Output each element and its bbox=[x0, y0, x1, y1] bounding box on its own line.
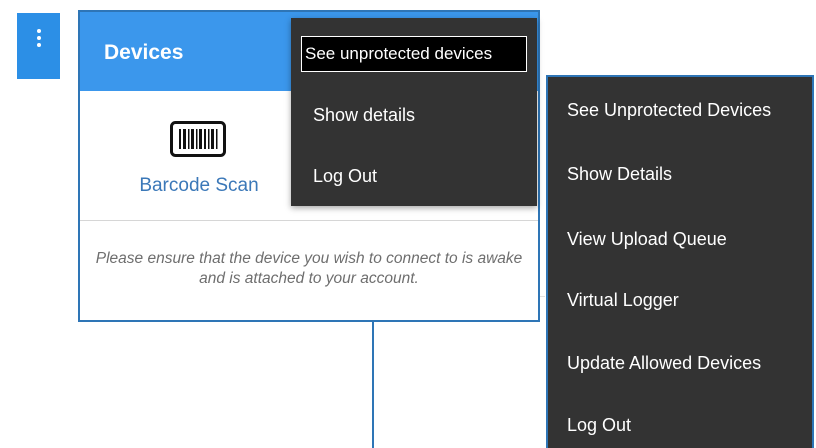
connector-line bbox=[372, 322, 374, 448]
menu-item-update-allowed-devices[interactable]: Update Allowed Devices bbox=[567, 353, 761, 374]
divider bbox=[80, 220, 538, 221]
barcode-icon bbox=[170, 121, 226, 157]
overflow-menu-large: See Unprotected Devices Show Details Vie… bbox=[546, 75, 814, 448]
menu-item-view-upload-queue[interactable]: View Upload Queue bbox=[567, 229, 727, 250]
overflow-menu-button[interactable] bbox=[17, 13, 60, 79]
barcode-scan-label: Barcode Scan bbox=[139, 175, 259, 196]
menu-item-see-unprotected-devices[interactable]: See unprotected devices bbox=[301, 36, 527, 72]
connection-notice: Please ensure that the device you wish t… bbox=[95, 250, 523, 287]
menu-item-log-out[interactable]: Log Out bbox=[567, 415, 631, 436]
screen: Devices Barcode Scan Please ensure that … bbox=[0, 0, 816, 448]
page-title: Devices bbox=[104, 41, 184, 64]
divider bbox=[540, 296, 545, 297]
menu-item-virtual-logger[interactable]: Virtual Logger bbox=[567, 290, 679, 311]
overflow-menu-small: See unprotected devices Show details Log… bbox=[291, 18, 537, 206]
menu-item-show-details[interactable]: Show Details bbox=[567, 164, 672, 185]
more-vert-icon bbox=[36, 29, 41, 47]
menu-item-log-out[interactable]: Log Out bbox=[313, 166, 377, 187]
barcode-scan-button[interactable]: Barcode Scan bbox=[110, 121, 280, 211]
menu-item-show-details[interactable]: Show details bbox=[313, 105, 415, 126]
menu-item-see-unprotected-devices[interactable]: See Unprotected Devices bbox=[567, 100, 771, 121]
